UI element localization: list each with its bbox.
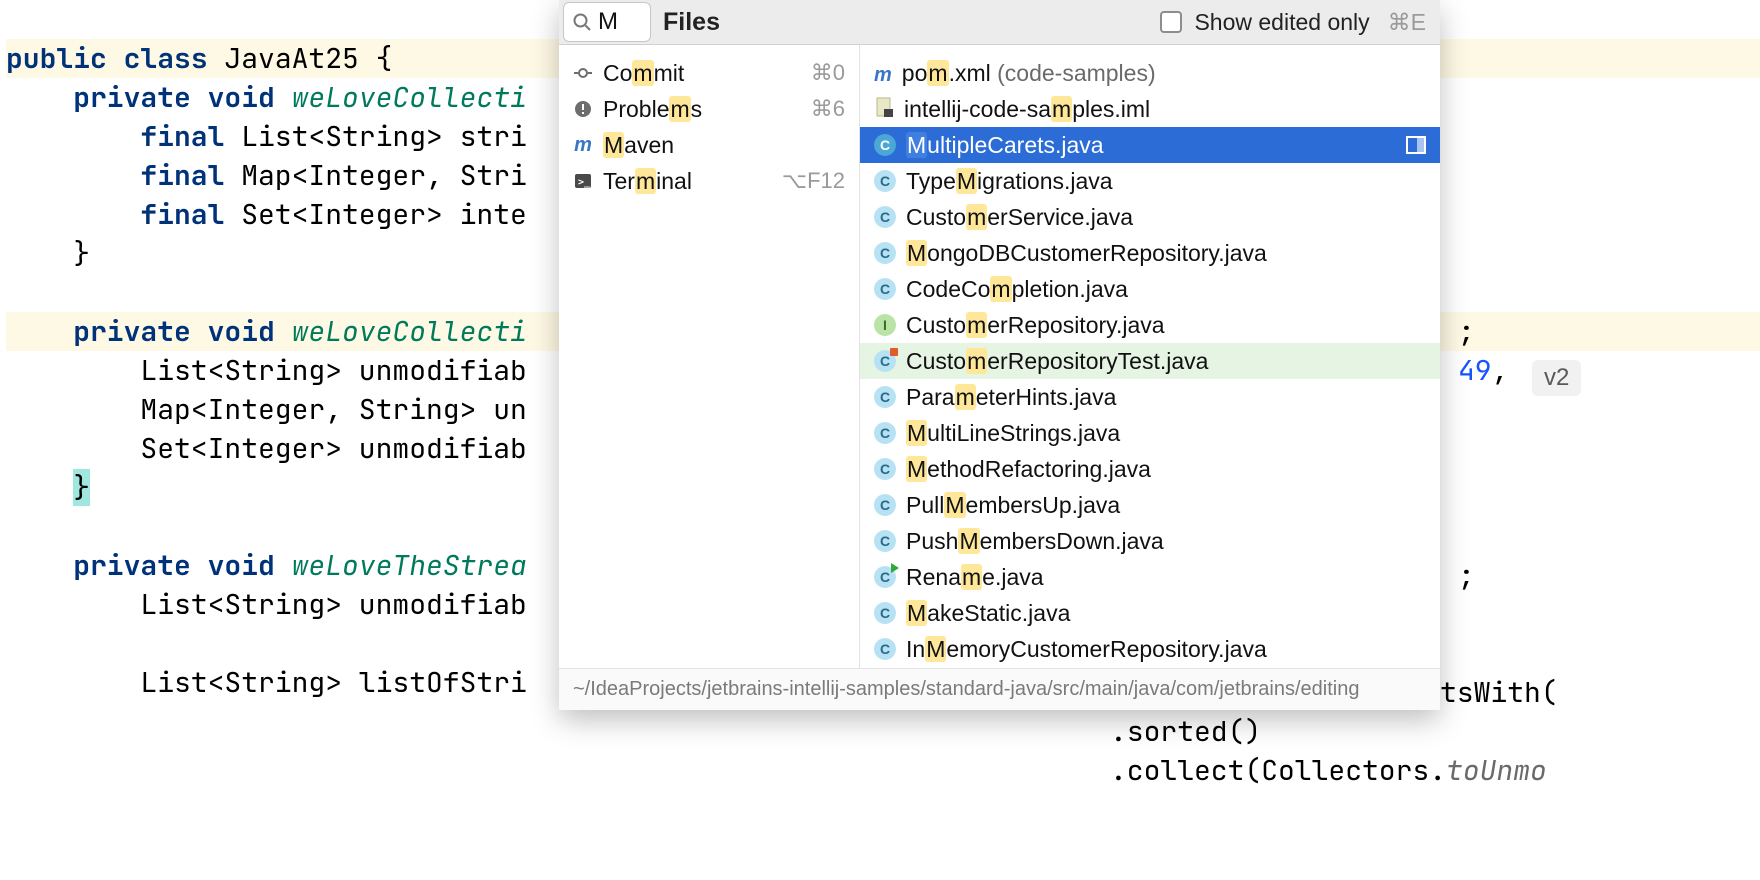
- file-row[interactable]: C MethodRefactoring.java: [860, 451, 1440, 487]
- popup-header: M Files Show edited only ⌘E: [559, 0, 1440, 45]
- file-name: PullMembersUp.java: [906, 492, 1120, 519]
- file-type-icon: C: [874, 386, 896, 408]
- popup-footer-path: ~/IdeaProjects/jetbrains-intellij-sample…: [559, 668, 1440, 710]
- file-name: MongoDBCustomerRepository.java: [906, 240, 1267, 267]
- show-edited-label: Show edited only: [1194, 9, 1369, 36]
- file-row[interactable]: C TypeMigrations.java: [860, 163, 1440, 199]
- show-edited-checkbox[interactable]: [1160, 11, 1182, 33]
- file-row[interactable]: I CustomerRepository.java: [860, 307, 1440, 343]
- split-right-icon[interactable]: [1406, 135, 1426, 155]
- tool-window-label: Problems: [603, 96, 702, 123]
- file-name: MethodRefactoring.java: [906, 456, 1151, 483]
- file-type-icon: C: [874, 242, 896, 264]
- tool-window-item[interactable]: Problems ⌘6: [559, 91, 859, 127]
- file-name: ParameterHints.java: [906, 384, 1116, 411]
- file-name: TypeMigrations.java: [906, 168, 1113, 195]
- file-name: MakeStatic.java: [906, 600, 1070, 627]
- search-value: M: [598, 8, 618, 36]
- file-name: intellij-code-samples.iml: [904, 96, 1150, 123]
- tool-window-item[interactable]: Commit ⌘0: [559, 55, 859, 91]
- file-type-icon: C: [874, 350, 896, 372]
- file-type-icon: C: [874, 206, 896, 228]
- file-name: MultiLineStrings.java: [906, 420, 1120, 447]
- tool-window-item[interactable]: m Maven: [559, 127, 859, 163]
- file-row[interactable]: C ParameterHints.java: [860, 379, 1440, 415]
- file-type-icon: I: [874, 314, 896, 336]
- svg-text:>_: >_: [578, 177, 591, 188]
- search-input[interactable]: M: [563, 2, 651, 42]
- file-row[interactable]: C MultiLineStrings.java: [860, 415, 1440, 451]
- version-badge: v2: [1532, 360, 1581, 396]
- file-row[interactable]: C Rename.java: [860, 559, 1440, 595]
- tool-window-label: Terminal: [603, 168, 692, 195]
- popup-title: Files: [663, 8, 720, 37]
- file-row[interactable]: C CodeCompletion.java: [860, 271, 1440, 307]
- file-type-icon: C: [874, 170, 896, 192]
- file-name: CustomerRepositoryTest.java: [906, 348, 1208, 375]
- file-type-icon: m: [874, 60, 892, 87]
- search-icon: [572, 12, 592, 32]
- file-name: CodeCompletion.java: [906, 276, 1128, 303]
- recent-files-popup: M Files Show edited only ⌘E Commit ⌘0 Prob…: [559, 0, 1440, 710]
- file-name: PushMembersDown.java: [906, 528, 1164, 555]
- file-name: InMemoryCustomerRepository.java: [906, 636, 1267, 663]
- file-row[interactable]: C MakeStatic.java: [860, 595, 1440, 631]
- file-row[interactable]: C InMemoryCustomerRepository.java: [860, 631, 1440, 667]
- tool-window-label: Maven: [603, 132, 674, 159]
- file-type-icon: [874, 96, 894, 123]
- file-type-icon: C: [874, 278, 896, 300]
- file-row[interactable]: C PullMembersUp.java: [860, 487, 1440, 523]
- file-context: (code-samples): [997, 60, 1156, 86]
- shortcut-label: ⌥F12: [782, 168, 845, 194]
- file-name: CustomerService.java: [906, 204, 1133, 231]
- file-row[interactable]: intellij-code-samples.iml: [860, 91, 1440, 127]
- file-type-icon: C: [874, 134, 896, 156]
- file-row[interactable]: m pom.xml (code-samples): [860, 55, 1440, 91]
- show-edited-shortcut: ⌘E: [1388, 9, 1426, 36]
- file-name: CustomerRepository.java: [906, 312, 1165, 339]
- file-row[interactable]: C MultipleCarets.java: [860, 127, 1440, 163]
- tool-window-item[interactable]: >_ Terminal ⌥F12: [559, 163, 859, 199]
- file-type-icon: C: [874, 638, 896, 660]
- file-row[interactable]: C PushMembersDown.java: [860, 523, 1440, 559]
- file-name: MultipleCarets.java: [906, 132, 1104, 159]
- file-type-icon: C: [874, 422, 896, 444]
- maven-icon: m: [573, 135, 593, 155]
- file-name: Rename.java: [906, 564, 1044, 591]
- shortcut-label: ⌘0: [811, 60, 845, 86]
- tool-window-label: Commit: [603, 60, 684, 87]
- file-row[interactable]: C CustomerRepositoryTest.java: [860, 343, 1440, 379]
- file-type-icon: C: [874, 530, 896, 552]
- file-row[interactable]: C CustomerService.java: [860, 199, 1440, 235]
- terminal-icon: >_: [573, 171, 593, 191]
- shortcut-label: ⌘6: [811, 96, 845, 122]
- file-type-icon: C: [874, 602, 896, 624]
- file-type-icon: C: [874, 458, 896, 480]
- problems-icon: [573, 99, 593, 119]
- recent-files-list: m pom.xml (code-samples) intellij-code-sam…: [860, 45, 1440, 668]
- file-type-icon: C: [874, 494, 896, 516]
- tool-windows-list: Commit ⌘0 Problems ⌘6 m Maven >_ Terminal ⌥F12: [559, 45, 860, 668]
- file-row[interactable]: C MongoDBCustomerRepository.java: [860, 235, 1440, 271]
- commit-icon: [573, 63, 593, 83]
- file-type-icon: C: [874, 566, 896, 588]
- file-name: pom.xml (code-samples): [902, 60, 1156, 87]
